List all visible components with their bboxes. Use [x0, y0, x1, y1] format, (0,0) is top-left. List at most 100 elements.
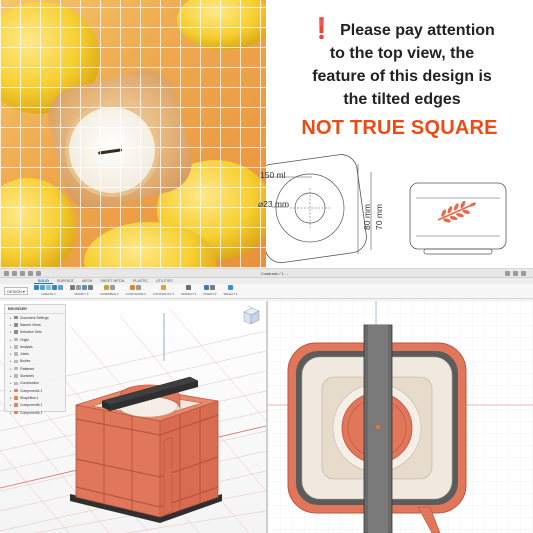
toolbar-icons: [70, 285, 93, 290]
tab-solid[interactable]: SOLID: [34, 279, 53, 284]
tool-icon[interactable]: [130, 285, 136, 290]
browser-node[interactable]: ▸ Joints: [5, 350, 65, 357]
tool-icon[interactable]: [58, 285, 63, 290]
browser-node[interactable]: ▸ Flattened: [5, 365, 65, 372]
tool-icon[interactable]: [103, 285, 109, 290]
toolbar-group-label[interactable]: CONSTRUCT ▾: [153, 292, 174, 296]
wick-bar-top: [363, 324, 393, 533]
tool-icon[interactable]: [46, 285, 51, 290]
tool-icon[interactable]: [186, 285, 192, 290]
toolbar-group: SELECT ▾: [224, 285, 238, 296]
tool-icon[interactable]: [109, 285, 115, 290]
candle-photo: [0, 0, 266, 268]
top-scene: [268, 301, 533, 533]
expand-caret-icon[interactable]: ▸: [10, 367, 13, 371]
technical-drawings: [266, 154, 507, 264]
toolbar-group-label[interactable]: CREATE ▾: [41, 292, 55, 296]
workspace: BROWSER ▸ Document Settings ▸ Named Views ▸ S…: [0, 301, 533, 533]
tool-icon[interactable]: [82, 285, 87, 290]
tool-icon[interactable]: [70, 285, 75, 290]
browser-node[interactable]: ▸ Construction: [5, 380, 65, 387]
toolbar-group-label[interactable]: MODIFY ▾: [75, 292, 89, 296]
file-icon[interactable]: [12, 270, 17, 276]
expand-caret-icon[interactable]: ▸: [10, 330, 13, 334]
expand-caret-icon[interactable]: ▸: [10, 352, 13, 356]
tool-icon[interactable]: [210, 285, 216, 290]
browser-node[interactable]: ▸ Bodies: [5, 358, 65, 365]
browser-node[interactable]: ▸ Selection Sets: [5, 329, 65, 336]
toolbar-group-label[interactable]: CONFIGURE ▾: [126, 292, 146, 296]
toolbar-icons: [103, 285, 115, 290]
expand-caret-icon[interactable]: ▸: [10, 374, 13, 378]
grid-menu-icon[interactable]: [4, 270, 9, 276]
browser-node[interactable]: ▸ Analysis: [5, 343, 65, 350]
browser-node-label: Named Views: [20, 322, 41, 327]
toolbar-group: MODIFY ▾: [70, 285, 93, 296]
folder-icon: [14, 403, 18, 407]
browser-node[interactable]: ▸ Component1:1: [5, 387, 65, 394]
expand-caret-icon[interactable]: ▸: [10, 316, 13, 320]
expand-caret-icon[interactable]: ▸: [10, 389, 13, 393]
browser-node[interactable]: ▸ Sketches: [5, 372, 65, 379]
tool-icon[interactable]: [40, 285, 45, 290]
expand-caret-icon[interactable]: ▸: [10, 403, 13, 407]
account-icon[interactable]: [521, 270, 526, 276]
toolbar-group-label[interactable]: INSPECT ▾: [181, 292, 196, 296]
browser-node-label: Component3:1: [20, 410, 43, 415]
tool-icon[interactable]: [160, 285, 166, 290]
tab-surface[interactable]: SURFACE: [53, 279, 78, 283]
expand-caret-icon[interactable]: ▸: [10, 411, 13, 415]
expand-caret-icon[interactable]: ▸: [10, 381, 13, 385]
browser-node-label: Selection Sets: [20, 330, 42, 335]
tool-icon[interactable]: [52, 285, 57, 290]
browser-header: BROWSER: [5, 305, 65, 314]
browser-node[interactable]: ▸ Named Views: [5, 321, 65, 328]
undo-icon[interactable]: [28, 270, 33, 276]
tool-icon[interactable]: [76, 285, 81, 290]
tab-mesh[interactable]: MESH: [78, 279, 96, 283]
folder-icon: [14, 396, 18, 400]
help-icon[interactable]: [513, 270, 518, 276]
redo-icon[interactable]: [36, 270, 41, 276]
toolbar-group-label[interactable]: ASSEMBLE ▾: [100, 292, 119, 296]
ribbon-toolbar: DESIGN ▾ CREATE ▾ MODIFY ▾ ASSEMBLE ▾ CONFI…: [0, 284, 533, 299]
top-viewport[interactable]: [268, 301, 533, 533]
expand-caret-icon[interactable]: ▸: [10, 359, 13, 363]
folder-icon: [14, 366, 18, 371]
tool-icon[interactable]: [228, 285, 233, 290]
tool-icon[interactable]: [204, 285, 210, 290]
tab-plastic[interactable]: PLASTIC: [129, 279, 152, 283]
notifications-icon[interactable]: [505, 270, 510, 276]
toolbar-group: INSERT ▾: [203, 285, 217, 296]
viewcube-icon[interactable]: [240, 305, 262, 327]
toolbar-icons: [130, 285, 142, 290]
tab-sheet-metal[interactable]: SHEET METAL: [96, 279, 129, 283]
save-icon[interactable]: [20, 270, 25, 276]
workspace-switcher-button[interactable]: DESIGN ▾: [4, 287, 28, 295]
toolbar-group-label[interactable]: SELECT ▾: [224, 292, 238, 296]
browser-node[interactable]: ▸ ShapeBox:1: [5, 394, 65, 401]
tool-icon[interactable]: [34, 285, 39, 290]
browser-node-label: Component5:1: [20, 403, 43, 408]
headline: ❗ Please pay attention to the top view, t…: [274, 18, 530, 111]
toolbar-group-label[interactable]: INSERT ▾: [203, 292, 216, 296]
expand-caret-icon[interactable]: ▸: [10, 323, 13, 327]
browser-node[interactable]: ▸ Component3:1: [5, 409, 65, 416]
browser-node[interactable]: ▸ Origin: [5, 336, 65, 343]
expand-caret-icon[interactable]: ▸: [10, 338, 13, 342]
tool-icon[interactable]: [136, 285, 142, 290]
perspective-viewport[interactable]: BROWSER ▸ Document Settings ▸ Named Views ▸ S…: [0, 301, 266, 533]
expand-caret-icon[interactable]: ▸: [10, 396, 13, 400]
tool-icon[interactable]: [88, 285, 93, 290]
product-image: ❗ Please pay attention to the top view, t…: [0, 0, 533, 533]
folder-icon: [14, 323, 18, 327]
outer-height-label: 80 mm: [362, 204, 372, 230]
expand-caret-icon[interactable]: ▸: [10, 345, 13, 349]
side-view-drawing: [409, 182, 507, 255]
tab-utilities[interactable]: UTILITIES: [152, 279, 177, 283]
toolbar-group: INSPECT ▾: [181, 285, 196, 296]
browser-node[interactable]: ▸ Document Settings: [5, 314, 65, 321]
browser-node[interactable]: ▸ Component5:1: [5, 402, 65, 409]
browser-node-label: Flattened: [20, 366, 35, 371]
grid-overlay: [0, 0, 266, 268]
